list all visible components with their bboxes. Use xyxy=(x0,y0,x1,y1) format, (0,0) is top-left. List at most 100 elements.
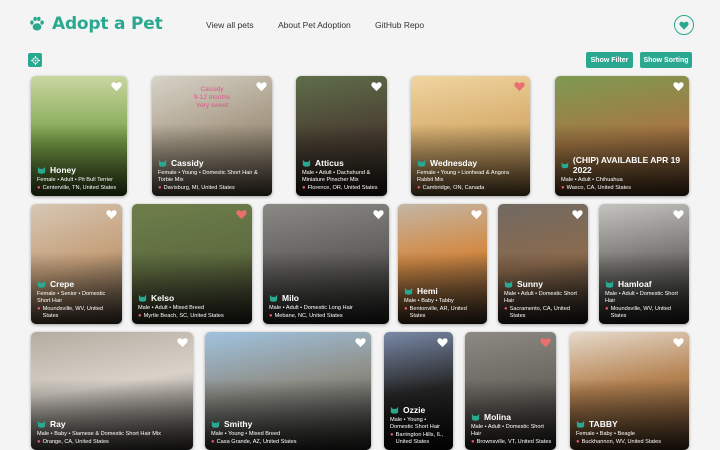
pet-name: Sunny xyxy=(517,279,543,289)
card-info: Crepe Female • Senior • Domestic Short Ha… xyxy=(37,279,118,320)
pet-card[interactable]: Hemi Male • Baby • Tabby ● Bentonville, AR,… xyxy=(398,204,487,324)
location-pin-icon: ● xyxy=(390,432,394,438)
nav-github-repo[interactable]: GitHub Repo xyxy=(375,20,424,30)
pet-location-text: Myrtle Beach, SC, United States xyxy=(143,313,224,319)
pet-name: Molina xyxy=(484,412,511,422)
pet-card[interactable]: Cassidy 9-12 months Very sweet Cassidy Femal… xyxy=(152,76,272,196)
show-filter-button[interactable]: Show Filter xyxy=(586,52,633,68)
pet-location-text: Bentonville, AR, United States xyxy=(409,306,467,319)
location-pin-icon: ● xyxy=(269,313,273,319)
pet-card[interactable]: TABBY Female • Baby • Beagle ● Buckhannon, … xyxy=(570,332,689,450)
pet-name: Wednesday xyxy=(430,158,478,168)
pet-location-text: Brownsville, VT, United States xyxy=(476,439,552,445)
favorite-heart-icon[interactable] xyxy=(673,209,684,220)
location-pin-icon: ● xyxy=(211,439,215,445)
pet-name-row: Hamloaf xyxy=(605,279,685,289)
card-info: (CHIP) AVAILABLE APR 19 2022 Male • Adult… xyxy=(561,155,685,192)
location-pin-icon: ● xyxy=(576,439,580,445)
pet-location: ● Moundsville, WV, United States xyxy=(605,306,685,320)
pet-name: Hemi xyxy=(417,286,438,296)
nav-view-all-pets[interactable]: View all pets xyxy=(206,20,254,30)
pet-location: ● Moundsville, WV, United States xyxy=(37,306,118,320)
favorite-heart-icon[interactable] xyxy=(572,209,583,220)
pet-name-row: (CHIP) AVAILABLE APR 19 2022 xyxy=(561,155,685,175)
pet-card[interactable]: Atticus Male • Adult • Dachshund & Miniat… xyxy=(296,76,387,196)
cat-head-icon xyxy=(390,406,399,414)
pet-details: Male • Adult • Domestic Short Hair xyxy=(605,291,678,304)
pet-name-row: Molina xyxy=(471,412,552,422)
pet-details: Female • Baby • Beagle xyxy=(576,431,635,437)
pet-name-row: Wednesday xyxy=(417,158,526,168)
location-button[interactable] xyxy=(28,53,42,67)
location-pin-icon: ● xyxy=(37,439,41,445)
top-nav: Adopt a Pet View all pets About Pet Adop… xyxy=(0,0,720,48)
pet-name: Honey xyxy=(50,165,76,175)
heart-icon xyxy=(679,21,689,30)
cat-head-icon xyxy=(605,280,614,288)
card-info: Wednesday Female • Young • Lionhead & Ang… xyxy=(417,158,526,192)
cat-head-icon xyxy=(269,294,278,302)
paw-logo-icon xyxy=(30,16,44,31)
pet-card[interactable]: Sunny Male • Adult • Domestic Short Hair ●… xyxy=(498,204,588,324)
pet-details: Male • Adult • Mixed Breed xyxy=(138,305,205,311)
favorite-heart-icon[interactable] xyxy=(111,81,122,92)
pet-name-row: Smithy xyxy=(211,419,367,429)
pet-location-text: Davisburg, MI, United States xyxy=(163,185,235,191)
location-pin-icon: ● xyxy=(471,439,475,445)
pet-location: ● Buckhannon, WV, United States xyxy=(576,439,685,446)
location-pin-icon: ● xyxy=(37,185,41,191)
favorite-heart-icon[interactable] xyxy=(437,337,448,348)
pet-name-row: Ozzie xyxy=(390,405,449,415)
favorite-heart-icon[interactable] xyxy=(355,337,366,348)
crosshair-icon xyxy=(30,55,40,65)
cat-head-icon xyxy=(504,280,513,288)
cat-head-icon xyxy=(471,413,480,421)
pet-name-row: Sunny xyxy=(504,279,584,289)
pet-details: Male • Adult • Domestic Short Hair xyxy=(504,291,577,304)
favorite-heart-icon[interactable] xyxy=(106,209,117,220)
pet-card[interactable]: Honey Female • Adult • Pit Bull Terrier ● C… xyxy=(31,76,127,196)
pet-card[interactable]: Hamloaf Male • Adult • Domestic Short Hai… xyxy=(599,204,689,324)
pet-card[interactable]: Molina Male • Adult • Domestic Short Hair… xyxy=(465,332,556,450)
favorite-heart-icon[interactable] xyxy=(673,337,684,348)
favorite-heart-icon[interactable] xyxy=(256,81,267,92)
favorite-heart-icon[interactable] xyxy=(371,81,382,92)
favorite-heart-icon[interactable] xyxy=(540,337,551,348)
pet-card[interactable]: Milo Male • Adult • Domestic Long Hair ● Me… xyxy=(263,204,389,324)
cat-head-icon xyxy=(37,166,46,174)
cat-head-icon xyxy=(158,159,167,167)
pet-card[interactable]: (CHIP) AVAILABLE APR 19 2022 Male • Adult… xyxy=(555,76,689,196)
pet-name: Hamloaf xyxy=(618,279,652,289)
pet-location-text: Moundsville, WV, United States xyxy=(610,306,672,319)
favorite-heart-icon[interactable] xyxy=(673,81,684,92)
pet-card[interactable]: Ray Male • Baby • Siamese & Domestic Shor… xyxy=(31,332,193,450)
pet-card[interactable]: Crepe Female • Senior • Domestic Short Ha… xyxy=(31,204,122,324)
pet-card[interactable]: Wednesday Female • Young • Lionhead & Ang… xyxy=(411,76,530,196)
card-info: Smithy Male • Young • Mixed Breed ● Casa Gr… xyxy=(211,419,367,446)
location-pin-icon: ● xyxy=(158,185,162,191)
nav-about-pet-adoption[interactable]: About Pet Adoption xyxy=(278,20,351,30)
favorite-heart-icon[interactable] xyxy=(471,209,482,220)
pet-location-text: Florence, OR, United States xyxy=(307,185,378,191)
favorite-heart-icon[interactable] xyxy=(236,209,247,220)
card-info: Hamloaf Male • Adult • Domestic Short Hai… xyxy=(605,279,685,320)
favorite-heart-icon[interactable] xyxy=(514,81,525,92)
cat-head-icon xyxy=(138,294,147,302)
favorite-heart-icon[interactable] xyxy=(177,337,188,348)
card-info: Sunny Male • Adult • Domestic Short Hair ●… xyxy=(504,279,584,320)
pet-card[interactable]: Smithy Male • Young • Mixed Breed ● Casa Gr… xyxy=(205,332,371,450)
card-info: Milo Male • Adult • Domestic Long Hair ● Me… xyxy=(269,293,385,320)
pet-location-text: Barrington Hills, IL, United States xyxy=(395,432,443,445)
cat-head-icon xyxy=(37,280,46,288)
pet-card[interactable]: Kelso Male • Adult • Mixed Breed ● Myrtle B… xyxy=(132,204,252,324)
show-sorting-button[interactable]: Show Sorting xyxy=(640,52,692,68)
pet-location-text: Wasco, CA, United States xyxy=(566,185,632,191)
logo[interactable]: Adopt a Pet xyxy=(28,14,163,34)
favorites-button[interactable] xyxy=(674,15,694,35)
pet-location: ● Cambridge, ON, Canada xyxy=(417,185,526,192)
pet-location: ● Barrington Hills, IL, United States xyxy=(390,432,449,446)
pet-card[interactable]: Ozzie Male • Young • Domestic Short Hair ●… xyxy=(384,332,453,450)
favorite-heart-icon[interactable] xyxy=(373,209,384,220)
pet-details: Male • Baby • Siamese & Domestic Short H… xyxy=(37,431,161,437)
location-pin-icon: ● xyxy=(504,306,508,312)
